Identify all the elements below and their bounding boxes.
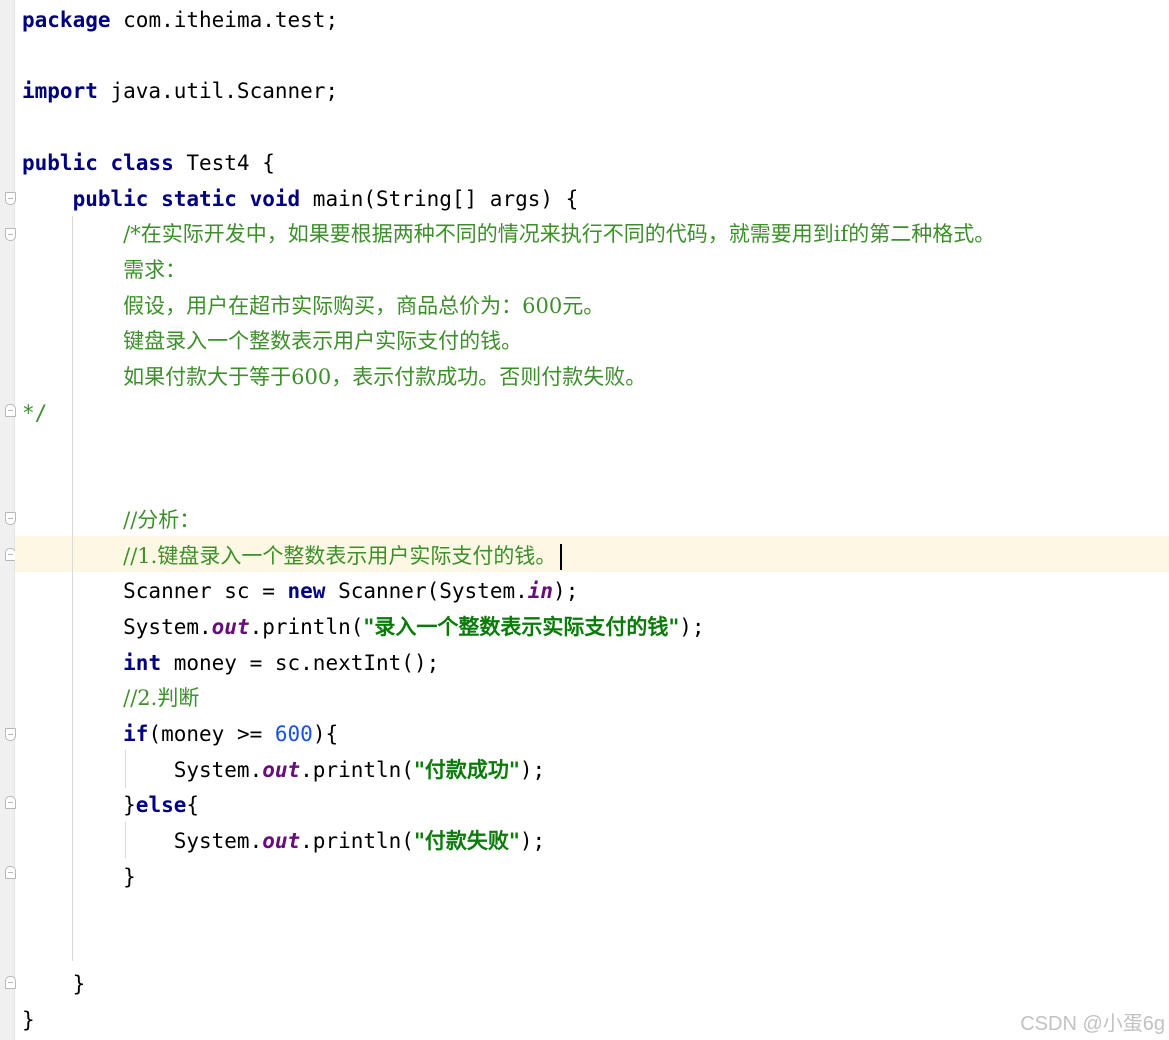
code-token: (money >=	[148, 722, 275, 746]
code-token: int	[123, 650, 162, 675]
fold-marker-icon[interactable]	[5, 728, 16, 741]
code-line[interactable]: //分析：	[22, 502, 200, 538]
code-line[interactable]: 键盘录入一个整数表示用户实际支付的钱。	[22, 323, 522, 359]
code-token: */	[22, 400, 48, 425]
code-token: .println(	[249, 614, 364, 639]
code-line[interactable]: //2.判断	[22, 680, 199, 716]
code-token: //1.键盘录入一个整数表示用户实际支付的钱。	[123, 543, 557, 568]
code-line[interactable]: import java.util.Scanner;	[22, 73, 338, 109]
fold-marker-icon[interactable]	[5, 796, 16, 809]
code-line[interactable]: System.out.println("录入一个整数表示实际支付的钱");	[22, 609, 705, 645]
code-token: //2.判断	[123, 686, 200, 711]
code-line[interactable]: System.out.println("付款成功");	[22, 752, 545, 788]
code-token: );	[519, 829, 546, 854]
code-token: 需求：	[123, 257, 187, 282]
code-token: }	[22, 971, 86, 996]
code-token: 假设，用户在超市实际购买，商品总价为：600元。	[123, 293, 605, 318]
code-line[interactable]: package com.itheima.test;	[22, 2, 338, 38]
code-token: /*在实际开发中，如果要根据两种不同的情况来执行不同的代码，就需要用到if的第二…	[123, 222, 996, 247]
code-line[interactable]: 需求：	[22, 252, 186, 288]
code-line[interactable]: 如果付款大于等于600，表示付款成功。否则付款失败。	[22, 359, 646, 395]
code-token: package	[22, 8, 111, 32]
code-token: else	[135, 793, 187, 818]
code-token: java.util.Scanner;	[97, 79, 339, 104]
code-line[interactable]: 假设，用户在超市实际购买，商品总价为：600元。	[22, 288, 604, 324]
code-line[interactable]: int money = sc.nextInt();	[22, 645, 439, 681]
code-token: }	[22, 793, 136, 818]
code-token: }	[22, 864, 136, 889]
code-line[interactable]: }	[22, 859, 136, 895]
code-token: money = sc.nextInt();	[161, 650, 440, 675]
code-token: 600	[274, 722, 313, 746]
code-token: 键盘录入一个整数表示用户实际支付的钱。	[123, 329, 523, 354]
code-token: com.itheima.test;	[110, 8, 339, 32]
code-line[interactable]: /*在实际开发中，如果要根据两种不同的情况来执行不同的代码，就需要用到if的第二…	[22, 216, 995, 252]
text-caret	[560, 543, 563, 570]
code-token: in	[527, 579, 554, 604]
code-token: public class	[22, 150, 174, 175]
code-editor[interactable]: package com.itheima.test; import java.uti…	[22, 0, 1162, 1040]
editor-gutter	[0, 0, 16, 1040]
code-token: "付款失败"	[413, 828, 520, 854]
code-token: new	[287, 579, 326, 604]
code-line[interactable]: }else{	[22, 787, 199, 823]
code-token: );	[679, 614, 705, 639]
fold-marker-icon[interactable]	[5, 228, 16, 241]
code-token: .println(	[300, 757, 414, 782]
code-token: System.	[22, 829, 263, 854]
code-line[interactable]: //1.键盘录入一个整数表示用户实际支付的钱。	[22, 538, 563, 574]
watermark: CSDN @小蛋6g	[1020, 1013, 1165, 1035]
code-line[interactable]: }	[22, 1002, 35, 1038]
code-token: System.	[22, 614, 212, 639]
code-token: .println(	[300, 829, 414, 854]
code-token: Scanner sc =	[22, 579, 288, 604]
code-token: "付款成功"	[413, 756, 520, 782]
fold-marker-icon[interactable]	[5, 192, 16, 205]
code-line[interactable]: Scanner sc = new Scanner(System.in);	[22, 573, 578, 609]
code-line[interactable]: System.out.println("付款失败");	[22, 823, 545, 859]
code-line[interactable]: public class Test4 {	[22, 145, 275, 181]
code-token: System.	[22, 757, 263, 782]
code-token: main(String[] args) {	[300, 186, 579, 211]
code-token: }	[22, 1007, 35, 1032]
code-token: out	[262, 757, 301, 782]
code-line[interactable]: public static void main(String[] args) {	[22, 181, 579, 217]
code-line[interactable]: if(money >= 600){	[22, 716, 338, 752]
code-token: out	[262, 829, 301, 854]
fold-marker-icon[interactable]	[5, 404, 16, 417]
code-token: if	[123, 722, 149, 746]
code-token: );	[519, 757, 546, 782]
code-token: Scanner(System.	[325, 579, 528, 604]
code-token: "录入一个整数表示实际支付的钱"	[363, 613, 680, 639]
code-token: public static void	[72, 186, 301, 211]
fold-marker-icon[interactable]	[5, 512, 16, 525]
code-token: );	[553, 579, 579, 604]
fold-marker-icon[interactable]	[5, 866, 16, 879]
code-token: {	[186, 793, 200, 818]
code-token: ){	[312, 722, 339, 746]
code-line[interactable]: }	[22, 966, 86, 1002]
code-line[interactable]: */	[22, 395, 47, 431]
code-token: import	[22, 79, 98, 104]
code-token: out	[211, 614, 250, 639]
fold-marker-icon[interactable]	[5, 976, 16, 989]
code-token: Test4 {	[173, 150, 275, 175]
code-token: 如果付款大于等于600，表示付款成功。否则付款失败。	[123, 365, 647, 389]
code-token: //分析：	[123, 507, 201, 532]
